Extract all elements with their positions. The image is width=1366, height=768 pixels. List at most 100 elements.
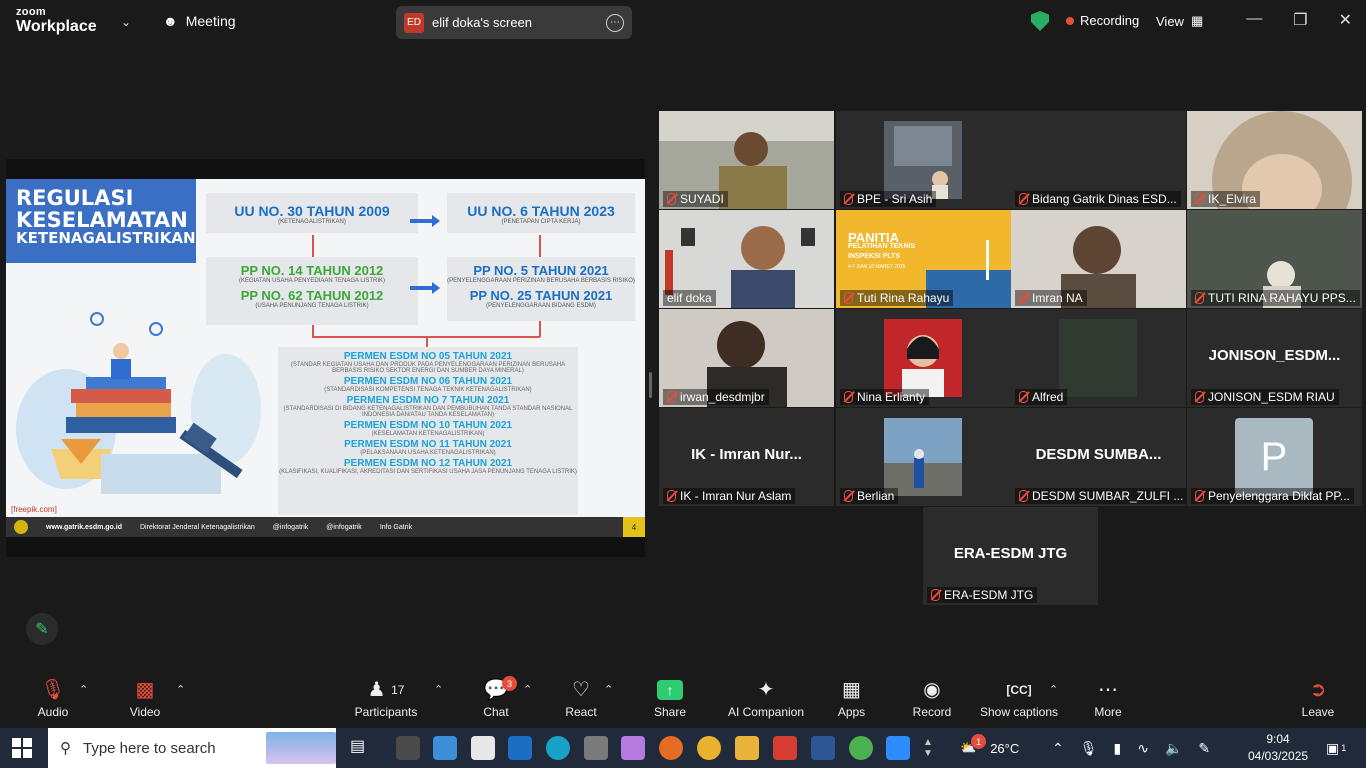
app-icon[interactable]: [584, 736, 608, 760]
microphone-icon[interactable]: 🎙: [1080, 740, 1098, 757]
clock[interactable]: 9:04 04/03/2025: [1248, 731, 1308, 765]
chat-chevron-icon[interactable]: ⌃: [523, 683, 532, 696]
search-placeholder: Type here to search: [83, 739, 216, 757]
notification-icon[interactable]: ▣ 1: [1326, 728, 1346, 768]
participant-tile[interactable]: ERA-ESDM JTG ERA-ESDM JTG: [923, 507, 1098, 605]
participant-tile-active-speaker[interactable]: elif doka: [659, 210, 834, 308]
audio-button[interactable]: 🎙 Audio: [34, 678, 72, 719]
participant-tile[interactable]: Imran NA: [1011, 210, 1186, 308]
battery-icon[interactable]: ▮: [1114, 740, 1122, 757]
file-explorer-icon[interactable]: [735, 736, 759, 760]
participants-button[interactable]: ♟ 17 Participants: [353, 678, 419, 719]
participant-name: Imran NA: [1015, 290, 1087, 306]
ai-companion-button[interactable]: ✦ AI Companion: [725, 678, 807, 719]
volume-icon[interactable]: 🔈: [1165, 740, 1182, 757]
firefox-icon[interactable]: [659, 736, 683, 760]
participant-tile[interactable]: BPE - Sri Asih: [836, 111, 1011, 209]
minimize-icon[interactable]: —: [1246, 10, 1262, 30]
esdm-logo: [14, 520, 28, 534]
captions-chevron-icon[interactable]: ⌃: [1049, 683, 1058, 696]
screen-share-indicator[interactable]: ED elif doka's screen ⋯: [396, 6, 632, 39]
react-chevron-icon[interactable]: ⌃: [604, 683, 613, 696]
wps-icon[interactable]: [773, 736, 797, 760]
share-button[interactable]: ↑ Share: [652, 678, 688, 719]
sparkle-icon: ✦: [757, 679, 775, 701]
participant-tile[interactable]: Berlian: [836, 408, 1011, 506]
word-icon[interactable]: [811, 736, 835, 760]
participant-tile[interactable]: P Penyelenggara Diklat PP...: [1187, 408, 1362, 506]
chat-button[interactable]: 💬 3 Chat: [481, 676, 517, 719]
sharer-avatar: ED: [404, 12, 424, 33]
edge-icon[interactable]: [546, 736, 570, 760]
annotate-pencil-icon[interactable]: ✎: [26, 613, 58, 645]
meeting-menu[interactable]: ☻ Meeting: [163, 13, 236, 29]
chevron-up-icon[interactable]: ⌃: [1052, 740, 1064, 757]
wifi-icon[interactable]: ∿: [1137, 740, 1149, 757]
security-shield-icon[interactable]: [1031, 11, 1049, 31]
close-icon[interactable]: ✕: [1339, 10, 1352, 30]
file-icon[interactable]: [471, 736, 495, 760]
permen-title: PERMEN ESDM NO 7 TAHUN 2021: [346, 395, 510, 406]
chrome-profile-icon[interactable]: [849, 736, 873, 760]
zoom-icon[interactable]: [886, 736, 910, 760]
slide-content: REGULASI KESELAMATAN KETENAGALISTRIKAN U…: [6, 179, 645, 537]
weather-widget[interactable]: ⛅ 1 26°C: [960, 728, 1019, 768]
participant-tile[interactable]: IK - Imran Nur... IK - Imran Nur Aslam: [659, 408, 834, 506]
footer-site: www.gatrik.esdm.go.id: [46, 523, 122, 531]
participant-display-name: IK - Imran Nur...: [691, 446, 802, 463]
chrome-icon[interactable]: [697, 736, 721, 760]
participant-tile[interactable]: Bidang Gatrik Dinas ESD...: [1011, 111, 1186, 209]
participant-tile[interactable]: irwan_desdmjbr: [659, 309, 834, 407]
apps-button[interactable]: ▦ Apps: [836, 678, 867, 719]
logo-chevron-down-icon[interactable]: ⌄: [121, 15, 131, 29]
record-button[interactable]: ◉ Record: [912, 678, 952, 719]
participant-tile[interactable]: IK_Elvira: [1187, 111, 1362, 209]
video-options-chevron-icon[interactable]: ⌃: [176, 683, 185, 696]
mic-muted-icon: [667, 391, 676, 403]
restore-icon[interactable]: ❐: [1293, 10, 1307, 30]
uu6-sub: (PENETAPAN CIPTA KERJA): [501, 219, 581, 225]
splitter-handle[interactable]: [649, 372, 652, 398]
cc-icon: [CC]: [1006, 683, 1032, 697]
audio-options-chevron-icon[interactable]: ⌃: [79, 683, 88, 696]
participant-tile[interactable]: SUYADI: [659, 111, 834, 209]
taskbar-scroll[interactable]: ▲ ▼: [918, 728, 938, 768]
store-icon[interactable]: [433, 736, 457, 760]
logo-line1: zoom: [16, 6, 46, 18]
captions-button[interactable]: [CC] Show captions: [978, 678, 1060, 719]
recording-indicator[interactable]: Recording: [1066, 13, 1139, 28]
participant-tile[interactable]: TUTI RINA RAHAYU PPS...: [1187, 210, 1362, 308]
taskbar-search[interactable]: ⚲ Type here to search: [48, 728, 336, 768]
participant-tile[interactable]: Nina Erlianty: [836, 309, 1011, 407]
slide-title-line3: KETENAGALISTRIKAN: [16, 229, 196, 248]
slide-title-line1: REGULASI: [16, 186, 134, 210]
mic-muted-icon: [1195, 292, 1204, 304]
app-icon[interactable]: [396, 736, 420, 760]
participant-name: Tuti Rina Rahayu: [840, 290, 954, 306]
react-button[interactable]: ♡ React: [564, 678, 598, 719]
copilot-icon[interactable]: [621, 736, 645, 760]
heart-icon: ♡: [572, 679, 590, 701]
participant-tile[interactable]: PANITIA PELATIHAN TEKNIS INSPEKSI PLTS 4…: [836, 210, 1011, 308]
participant-name: elif doka: [663, 290, 716, 306]
share-label: Share: [653, 705, 687, 719]
participant-tile[interactable]: DESDM SUMBA... DESDM SUMBAR_ZULFI ...: [1011, 408, 1186, 506]
more-button[interactable]: ⋯ More: [1092, 678, 1124, 719]
mic-muted-icon: [1195, 490, 1204, 502]
task-view-icon[interactable]: ▤: [350, 736, 374, 760]
slide-page-number: 4: [623, 517, 645, 537]
view-button[interactable]: View ▦: [1156, 13, 1203, 29]
participant-tile[interactable]: Alfred: [1011, 309, 1186, 407]
participant-tile[interactable]: JONISON_ESDM... JONISON_ESDM RIAU: [1187, 309, 1362, 407]
mic-muted-icon: [1195, 391, 1204, 403]
participants-chevron-icon[interactable]: ⌃: [434, 683, 443, 696]
pen-icon[interactable]: ✎: [1198, 740, 1210, 757]
participants-count: 17: [391, 683, 405, 697]
leave-button[interactable]: ➲ Leave: [1300, 678, 1336, 719]
participant-name: IK - Imran Nur Aslam: [663, 488, 796, 504]
outlook-icon[interactable]: [508, 736, 532, 760]
more-options-icon[interactable]: ⋯: [606, 13, 624, 32]
leave-icon: ➲: [1309, 679, 1327, 701]
windows-start-icon[interactable]: [12, 738, 32, 758]
video-button[interactable]: ▩ Video: [127, 678, 163, 719]
